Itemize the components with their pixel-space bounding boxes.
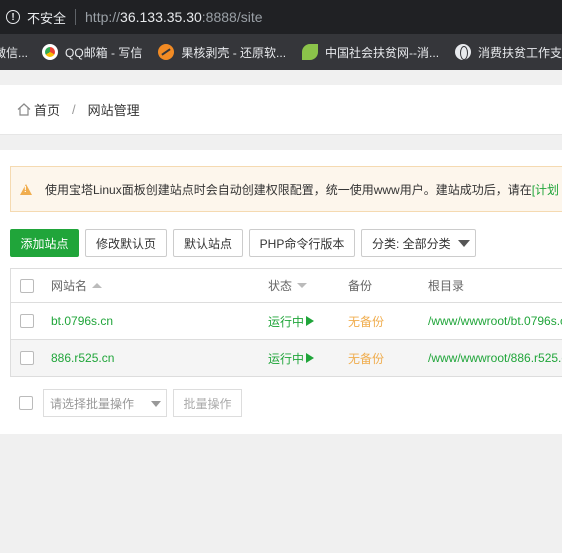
url-rest: :8888/site: [201, 9, 263, 25]
alert-link[interactable]: [计划: [532, 183, 559, 197]
php-cli-version-button[interactable]: PHP命令行版本: [249, 229, 355, 257]
info-icon[interactable]: !: [6, 10, 20, 24]
permission-alert: 使用宝塔Linux面板创建站点时会自动创建权限配置，统一使用www用户。建站成功…: [10, 166, 562, 212]
batch-operation-button[interactable]: 批量操作: [173, 389, 242, 417]
column-header-backup: 备份: [348, 269, 372, 302]
backup-link[interactable]: 无备份: [348, 303, 384, 339]
site-table: 网站名 状态 备份 根目录 bt.0796s.cn 运行中 无备份 /www/w…: [10, 268, 562, 377]
qqmail-icon: [42, 44, 59, 60]
column-header-root: 根目录: [428, 269, 464, 302]
url-scheme: http://: [85, 9, 121, 25]
guohe-icon: [158, 44, 175, 60]
site-name-link[interactable]: bt.0796s.cn: [51, 303, 113, 339]
site-management-panel: 使用宝塔Linux面板创建站点时会自动创建权限配置，统一使用www用户。建站成功…: [0, 150, 562, 434]
row-checkbox[interactable]: [20, 351, 34, 365]
bookmark-label: 中国社会扶贫网--消...: [325, 45, 440, 60]
url-host: 36.133.35.30: [120, 9, 202, 25]
select-all-checkbox-footer[interactable]: [19, 396, 33, 410]
play-icon: [306, 316, 315, 326]
batch-select-placeholder: 请选择批量操作: [50, 396, 135, 411]
breadcrumb-current: 网站管理: [87, 103, 140, 118]
bookmark-consumption[interactable]: 消费扶贫工作支: [455, 44, 562, 61]
default-site-button[interactable]: 默认站点: [173, 229, 243, 257]
table-header: 网站名 状态 备份 根目录: [11, 269, 562, 303]
leaf-icon: [302, 44, 319, 60]
sort-desc-icon: [297, 283, 308, 288]
bookmark-qqmail[interactable]: QQ邮箱 - 写信: [42, 44, 142, 61]
bookmark-label: QQ邮箱 - 写信: [65, 45, 143, 60]
site-name-link[interactable]: 886.r525.cn: [51, 340, 114, 376]
bookmark-label: 微信...: [0, 45, 29, 60]
bookmark-guohe[interactable]: 果核剥壳 - 还原软...: [158, 44, 286, 61]
column-header-label: 状态: [268, 279, 293, 293]
bookmark-label: 果核剥壳 - 还原软...: [181, 45, 287, 60]
globe-icon: [455, 44, 472, 60]
security-label[interactable]: 不安全: [27, 8, 66, 27]
add-site-button[interactable]: 添加站点: [10, 229, 79, 257]
sort-asc-icon: [92, 283, 103, 288]
browser-address-bar: ! 不安全 http://36.133.35.30:8888/site: [0, 0, 562, 34]
status-toggle[interactable]: 运行中: [268, 340, 315, 376]
home-icon[interactable]: [17, 103, 31, 116]
breadcrumb-separator: /: [72, 102, 76, 117]
table-row: bt.0796s.cn 运行中 无备份 /www/wwwroot/bt.0796…: [11, 303, 562, 340]
column-header-label: 备份: [348, 279, 373, 293]
batch-operation-select[interactable]: 请选择批量操作: [43, 389, 167, 417]
category-select-value: 分类: 全部分类: [372, 236, 451, 251]
divider: [75, 9, 77, 25]
batch-operations: 请选择批量操作 批量操作: [10, 389, 242, 417]
root-dir-link[interactable]: /www/wwwroot/bt.0796s.cn: [428, 303, 562, 339]
table-row: 886.r525.cn 运行中 无备份 /www/wwwroot/886.r52…: [11, 340, 562, 377]
select-all-checkbox[interactable]: [20, 278, 34, 293]
chevron-down-icon: [151, 401, 161, 407]
warning-icon: [20, 183, 32, 195]
bookmarks-bar: 微信... QQ邮箱 - 写信 果核剥壳 - 还原软... 中国社会扶贫网--消…: [0, 34, 562, 70]
bookmark-label: 消费扶贫工作支: [478, 45, 562, 60]
status-label: 运行中: [268, 351, 305, 366]
column-header-label: 根目录: [428, 279, 465, 293]
url-field[interactable]: http://36.133.35.30:8888/site: [85, 9, 263, 25]
column-header-status[interactable]: 状态: [268, 269, 308, 302]
category-select[interactable]: 分类: 全部分类: [361, 229, 476, 257]
chevron-down-icon: [458, 240, 470, 247]
alert-text: 使用宝塔Linux面板创建站点时会自动创建权限配置，统一使用www用户。建站成功…: [45, 181, 559, 198]
bookmark-wechat[interactable]: 微信...: [0, 44, 28, 61]
row-checkbox[interactable]: [20, 314, 34, 328]
column-header-label: 网站名: [51, 279, 88, 293]
status-label: 运行中: [268, 314, 305, 329]
breadcrumb-home[interactable]: 首页: [34, 100, 60, 119]
column-header-name[interactable]: 网站名: [51, 269, 103, 302]
alert-message: 使用宝塔Linux面板创建站点时会自动创建权限配置，统一使用www用户。建站成功…: [45, 182, 532, 197]
edit-default-page-button[interactable]: 修改默认页: [85, 229, 167, 257]
status-toggle[interactable]: 运行中: [268, 303, 315, 339]
play-icon: [306, 353, 315, 363]
backup-link[interactable]: 无备份: [348, 340, 384, 376]
root-dir-link[interactable]: /www/wwwroot/886.r525.cn: [428, 340, 562, 376]
bookmark-poverty-net[interactable]: 中国社会扶贫网--消...: [302, 44, 439, 61]
toolbar: 添加站点 修改默认页 默认站点 PHP命令行版本 分类: 全部分类: [10, 229, 476, 257]
breadcrumb: 首页 / 网站管理: [0, 85, 562, 135]
